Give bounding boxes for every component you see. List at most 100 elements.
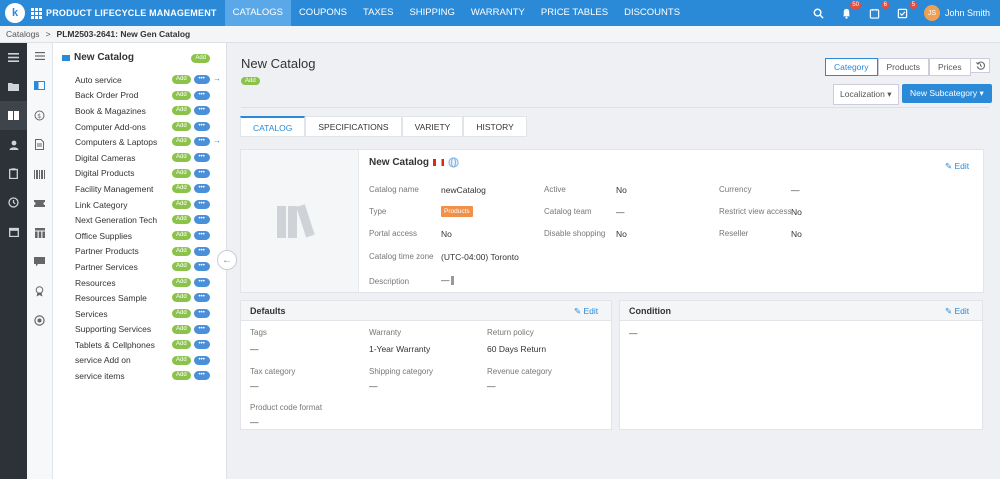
arrow-right-icon[interactable]: → bbox=[213, 136, 221, 145]
person-icon[interactable] bbox=[0, 130, 27, 159]
view-category-button[interactable]: Category bbox=[825, 58, 878, 76]
history-button[interactable] bbox=[970, 58, 990, 73]
tree-item-more-button[interactable]: ••• bbox=[193, 262, 210, 272]
tree-item[interactable]: Auto service Add ••• → bbox=[53, 72, 226, 88]
tree-item-add-button[interactable]: Add bbox=[172, 152, 191, 162]
tree-item-more-button[interactable]: ••• bbox=[193, 355, 210, 365]
tree-item-add-button[interactable]: Add bbox=[172, 121, 191, 131]
tree-item[interactable]: Office Supplies Add ••• bbox=[53, 228, 226, 244]
tree-item[interactable]: Computers & Laptops Add ••• → bbox=[53, 134, 226, 150]
tab-history[interactable]: HISTORY bbox=[463, 116, 527, 137]
tree-item-add-button[interactable]: Add bbox=[172, 340, 191, 350]
ticket-icon[interactable] bbox=[27, 189, 52, 218]
arrow-right-icon[interactable]: → bbox=[213, 74, 221, 83]
catalog-book-icon[interactable] bbox=[27, 69, 52, 101]
tree-item-add-button[interactable]: Add bbox=[172, 184, 191, 194]
tree-item-more-button[interactable]: ••• bbox=[193, 230, 210, 240]
tree-item-more-button[interactable]: ••• bbox=[193, 277, 210, 287]
barcode-icon[interactable] bbox=[27, 159, 52, 189]
view-products-button[interactable]: Products bbox=[877, 58, 930, 76]
tree-item-more-button[interactable]: ••• bbox=[193, 121, 210, 131]
chat-icon[interactable] bbox=[27, 247, 52, 277]
tasks-icon[interactable]: 6 bbox=[868, 1, 889, 20]
tree-item[interactable]: Book & Magazines Add ••• bbox=[53, 103, 226, 119]
tree-item-more-button[interactable]: ••• bbox=[193, 371, 210, 381]
globe-icon[interactable] bbox=[448, 157, 459, 168]
nav-tab-warranty[interactable]: WARRANTY bbox=[463, 0, 533, 26]
tree-item-add-button[interactable]: Add bbox=[172, 324, 191, 334]
tree-item[interactable]: Link Category Add ••• bbox=[53, 197, 226, 213]
clock-icon[interactable] bbox=[0, 188, 27, 217]
tree-item-more-button[interactable]: ••• bbox=[193, 106, 210, 116]
tree-item-add-button[interactable]: Add bbox=[172, 230, 191, 240]
defaults-edit-button[interactable]: ✎ Edit bbox=[574, 306, 598, 317]
nav-tab-shipping[interactable]: SHIPPING bbox=[401, 0, 462, 26]
localization-dropdown[interactable]: Localization ▾ bbox=[833, 84, 899, 105]
folder-icon[interactable] bbox=[0, 72, 27, 101]
tree-item-more-button[interactable]: ••• bbox=[193, 324, 210, 334]
hamburger-icon[interactable] bbox=[27, 43, 52, 69]
document-icon[interactable] bbox=[27, 129, 52, 159]
tree-item-add-button[interactable]: Add bbox=[172, 262, 191, 272]
tree-item[interactable]: Digital Products Add ••• bbox=[53, 166, 226, 182]
tree-item-add-button[interactable]: Add bbox=[172, 168, 191, 178]
nav-tab-catalogs[interactable]: CATALOGS bbox=[224, 0, 291, 26]
target-icon[interactable] bbox=[27, 306, 52, 334]
tree-item-add-button[interactable]: Add bbox=[172, 308, 191, 318]
new-subcategory-button[interactable]: New Subcategory ▾ bbox=[902, 84, 992, 103]
tree-item[interactable]: Next Generation Tech Add ••• bbox=[53, 212, 226, 228]
tree-item[interactable]: service Add on Add ••• bbox=[53, 353, 226, 369]
tree-item[interactable]: Services Add ••• bbox=[53, 306, 226, 322]
table-icon[interactable] bbox=[27, 218, 52, 247]
price-tag-icon[interactable]: $ bbox=[27, 101, 52, 129]
tree-item[interactable]: Partner Services Add ••• bbox=[53, 259, 226, 275]
tab-variety[interactable]: VARIETY bbox=[401, 116, 464, 137]
user-menu[interactable]: JS John Smith bbox=[923, 5, 990, 21]
tree-item[interactable]: Tablets & Cellphones Add ••• bbox=[53, 337, 226, 353]
tab-specifications[interactable]: SPECIFICATIONS bbox=[305, 116, 402, 137]
menu-icon[interactable] bbox=[0, 43, 27, 72]
info-edit-button[interactable]: ✎ Edit bbox=[945, 161, 969, 172]
clipboard-icon[interactable] bbox=[0, 159, 27, 188]
tree-item-more-button[interactable]: ••• bbox=[193, 168, 210, 178]
tree-item-add-button[interactable]: Add bbox=[172, 371, 191, 381]
search-icon[interactable] bbox=[812, 6, 826, 20]
condition-edit-button[interactable]: ✎ Edit bbox=[945, 306, 969, 317]
tree-item-more-button[interactable]: ••• bbox=[193, 75, 210, 84]
tree-item-add-button[interactable]: Add bbox=[172, 246, 191, 256]
view-prices-button[interactable]: Prices bbox=[929, 58, 971, 76]
page-add-badge[interactable]: Add bbox=[241, 77, 260, 85]
tree-item-add-button[interactable]: Add bbox=[172, 293, 191, 303]
nav-tab-taxes[interactable]: TAXES bbox=[355, 0, 401, 26]
tree-item-more-button[interactable]: ••• bbox=[193, 90, 210, 100]
calendar-icon[interactable] bbox=[0, 217, 27, 246]
tree-header[interactable]: New Catalog Add bbox=[53, 43, 226, 72]
tree-item[interactable]: Supporting Services Add ••• bbox=[53, 322, 226, 338]
tree-item-more-button[interactable]: ••• bbox=[193, 184, 210, 194]
book-icon[interactable] bbox=[0, 101, 27, 130]
tree-item-add-button[interactable]: Add bbox=[172, 75, 191, 84]
tree-item-more-button[interactable]: ••• bbox=[193, 246, 210, 256]
tree-item-add-button[interactable]: Add bbox=[172, 199, 191, 209]
award-icon[interactable] bbox=[27, 277, 52, 306]
tree-item[interactable]: Computer Add-ons Add ••• bbox=[53, 119, 226, 135]
bell-icon[interactable]: 50 bbox=[840, 1, 861, 20]
tab-catalog[interactable]: CATALOG bbox=[240, 116, 306, 137]
tree-item-more-button[interactable]: ••• bbox=[193, 308, 210, 318]
tree-item-add-button[interactable]: Add bbox=[172, 90, 191, 100]
tree-item[interactable]: Resources Add ••• bbox=[53, 275, 226, 291]
catalog-image[interactable] bbox=[241, 150, 359, 292]
tree-item-more-button[interactable]: ••• bbox=[193, 152, 210, 162]
tree-add-button[interactable]: Add bbox=[191, 54, 210, 63]
tree-item-more-button[interactable]: ••• bbox=[193, 215, 210, 225]
app-switcher[interactable]: PRODUCT LIFECYCLE MANAGEMENT bbox=[31, 7, 225, 19]
tree-item-add-button[interactable]: Add bbox=[172, 215, 191, 225]
nav-tab-coupons[interactable]: COUPONS bbox=[291, 0, 355, 26]
tree-item[interactable]: Facility Management Add ••• bbox=[53, 181, 226, 197]
nav-tab-price-tables[interactable]: PRICE TABLES bbox=[533, 0, 616, 26]
tree-item[interactable]: service items Add ••• bbox=[53, 368, 226, 384]
app-logo[interactable]: k bbox=[5, 3, 25, 23]
tree-item[interactable]: Back Order Prod Add ••• bbox=[53, 88, 226, 104]
tree-item-add-button[interactable]: Add bbox=[172, 106, 191, 116]
tree-item-add-button[interactable]: Add bbox=[172, 137, 191, 147]
